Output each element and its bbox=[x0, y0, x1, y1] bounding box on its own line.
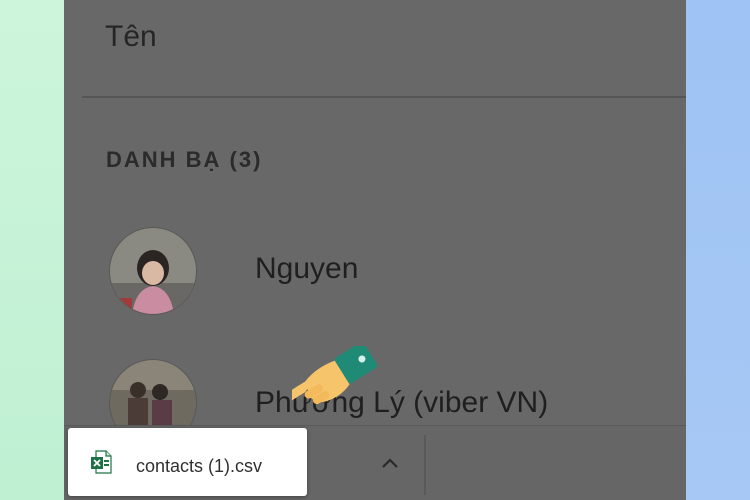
contact-name[interactable]: Nguyen bbox=[255, 252, 358, 286]
chevron-up-icon[interactable] bbox=[378, 452, 402, 476]
page-title: Tên bbox=[105, 20, 157, 53]
section-heading-contacts: DANH BẠ (3) bbox=[106, 147, 263, 172]
download-file-name: contacts (1).csv bbox=[136, 456, 263, 476]
download-item[interactable]: contacts (1).csv bbox=[68, 428, 307, 496]
pointing-hand-icon bbox=[292, 346, 378, 412]
header-divider bbox=[82, 96, 686, 98]
left-background bbox=[0, 0, 64, 500]
avatar[interactable] bbox=[110, 228, 196, 314]
excel-file-icon bbox=[91, 450, 112, 474]
child-photo-avatar bbox=[110, 228, 196, 314]
download-bar-separator bbox=[424, 435, 426, 495]
right-background bbox=[686, 0, 750, 500]
